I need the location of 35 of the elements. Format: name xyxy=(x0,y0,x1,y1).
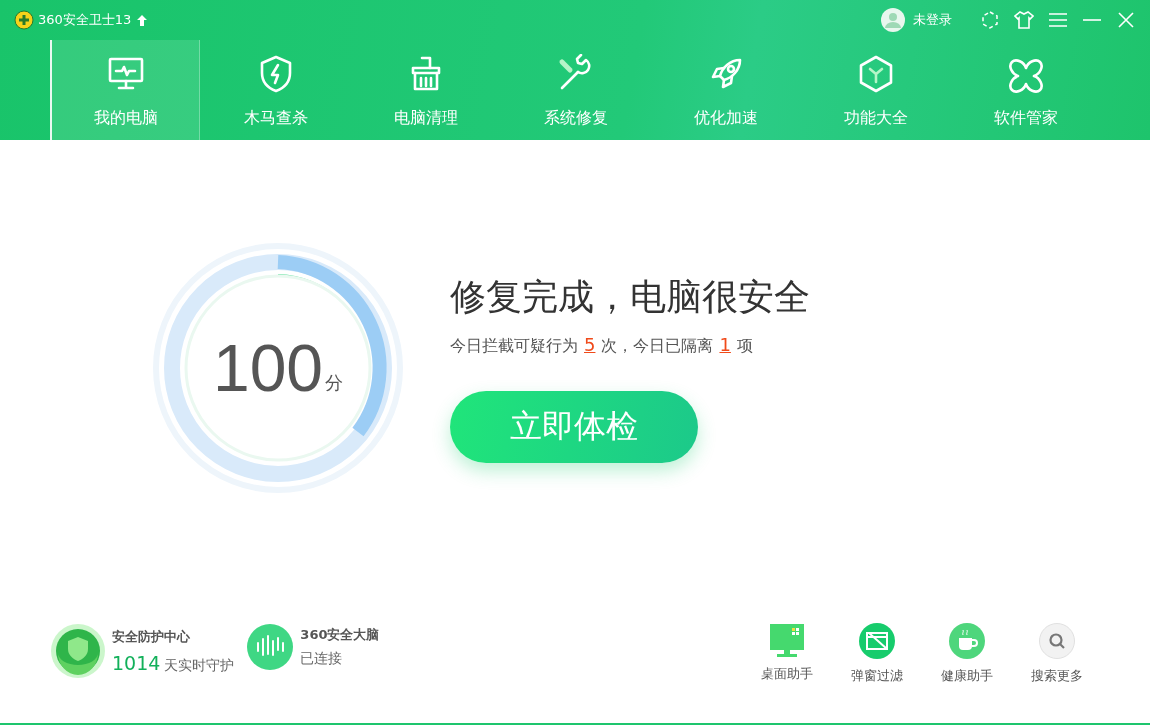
sound-wave-icon xyxy=(246,623,295,671)
status-headline: 修复完成，电脑很安全 xyxy=(450,274,810,319)
check-button[interactable]: 立即体检 xyxy=(450,390,698,463)
tool-button[interactable]: 弹窗过滤 xyxy=(832,623,922,685)
search-icon xyxy=(1039,623,1075,659)
desktop-icon xyxy=(770,623,804,657)
service-title[interactable]: 安全防护中心 xyxy=(112,627,235,646)
score-value: 100 xyxy=(212,334,324,401)
plus-logo-icon xyxy=(14,10,34,30)
tool-button[interactable]: 搜索更多 xyxy=(1012,623,1102,685)
score-unit: 分 xyxy=(325,370,344,395)
shirt-icon[interactable] xyxy=(1014,10,1034,30)
service-status: 天实时守护 xyxy=(164,656,235,675)
nav-tab[interactable]: 系统修复 xyxy=(500,40,650,140)
nav-tab[interactable]: 软件管家 xyxy=(950,40,1100,140)
up-arrow-icon xyxy=(137,14,148,26)
shield-globe-icon xyxy=(50,623,106,679)
close-icon[interactable] xyxy=(1116,10,1136,30)
popup-block-icon xyxy=(859,623,895,659)
service-title[interactable]: 360安全大脑 xyxy=(300,626,380,644)
cup-icon xyxy=(949,623,985,659)
service-status: 已连接 xyxy=(300,650,343,668)
nav-tab[interactable]: 功能大全 xyxy=(800,40,950,140)
tool-button[interactable]: 桌面助手 xyxy=(742,623,832,683)
tool-button[interactable]: 健康助手 xyxy=(922,623,1012,685)
window-title: 360安全卫士13 xyxy=(38,11,132,29)
day-count: 1014 xyxy=(112,651,161,674)
login-status[interactable]: 未登录 xyxy=(913,11,952,29)
nav-tab[interactable]: 电脑清理 xyxy=(350,40,500,140)
stats-sentence: 今日拦截可疑行为 5 次，今日已隔离 1 项 xyxy=(450,333,753,357)
avatar-icon[interactable] xyxy=(881,8,905,32)
nav-tab[interactable]: 我的电脑 xyxy=(50,40,200,140)
menu-icon[interactable] xyxy=(1048,10,1068,30)
nav-tab[interactable]: 优化加速 xyxy=(650,40,800,140)
nav-tab[interactable]: 木马查杀 xyxy=(200,40,350,140)
